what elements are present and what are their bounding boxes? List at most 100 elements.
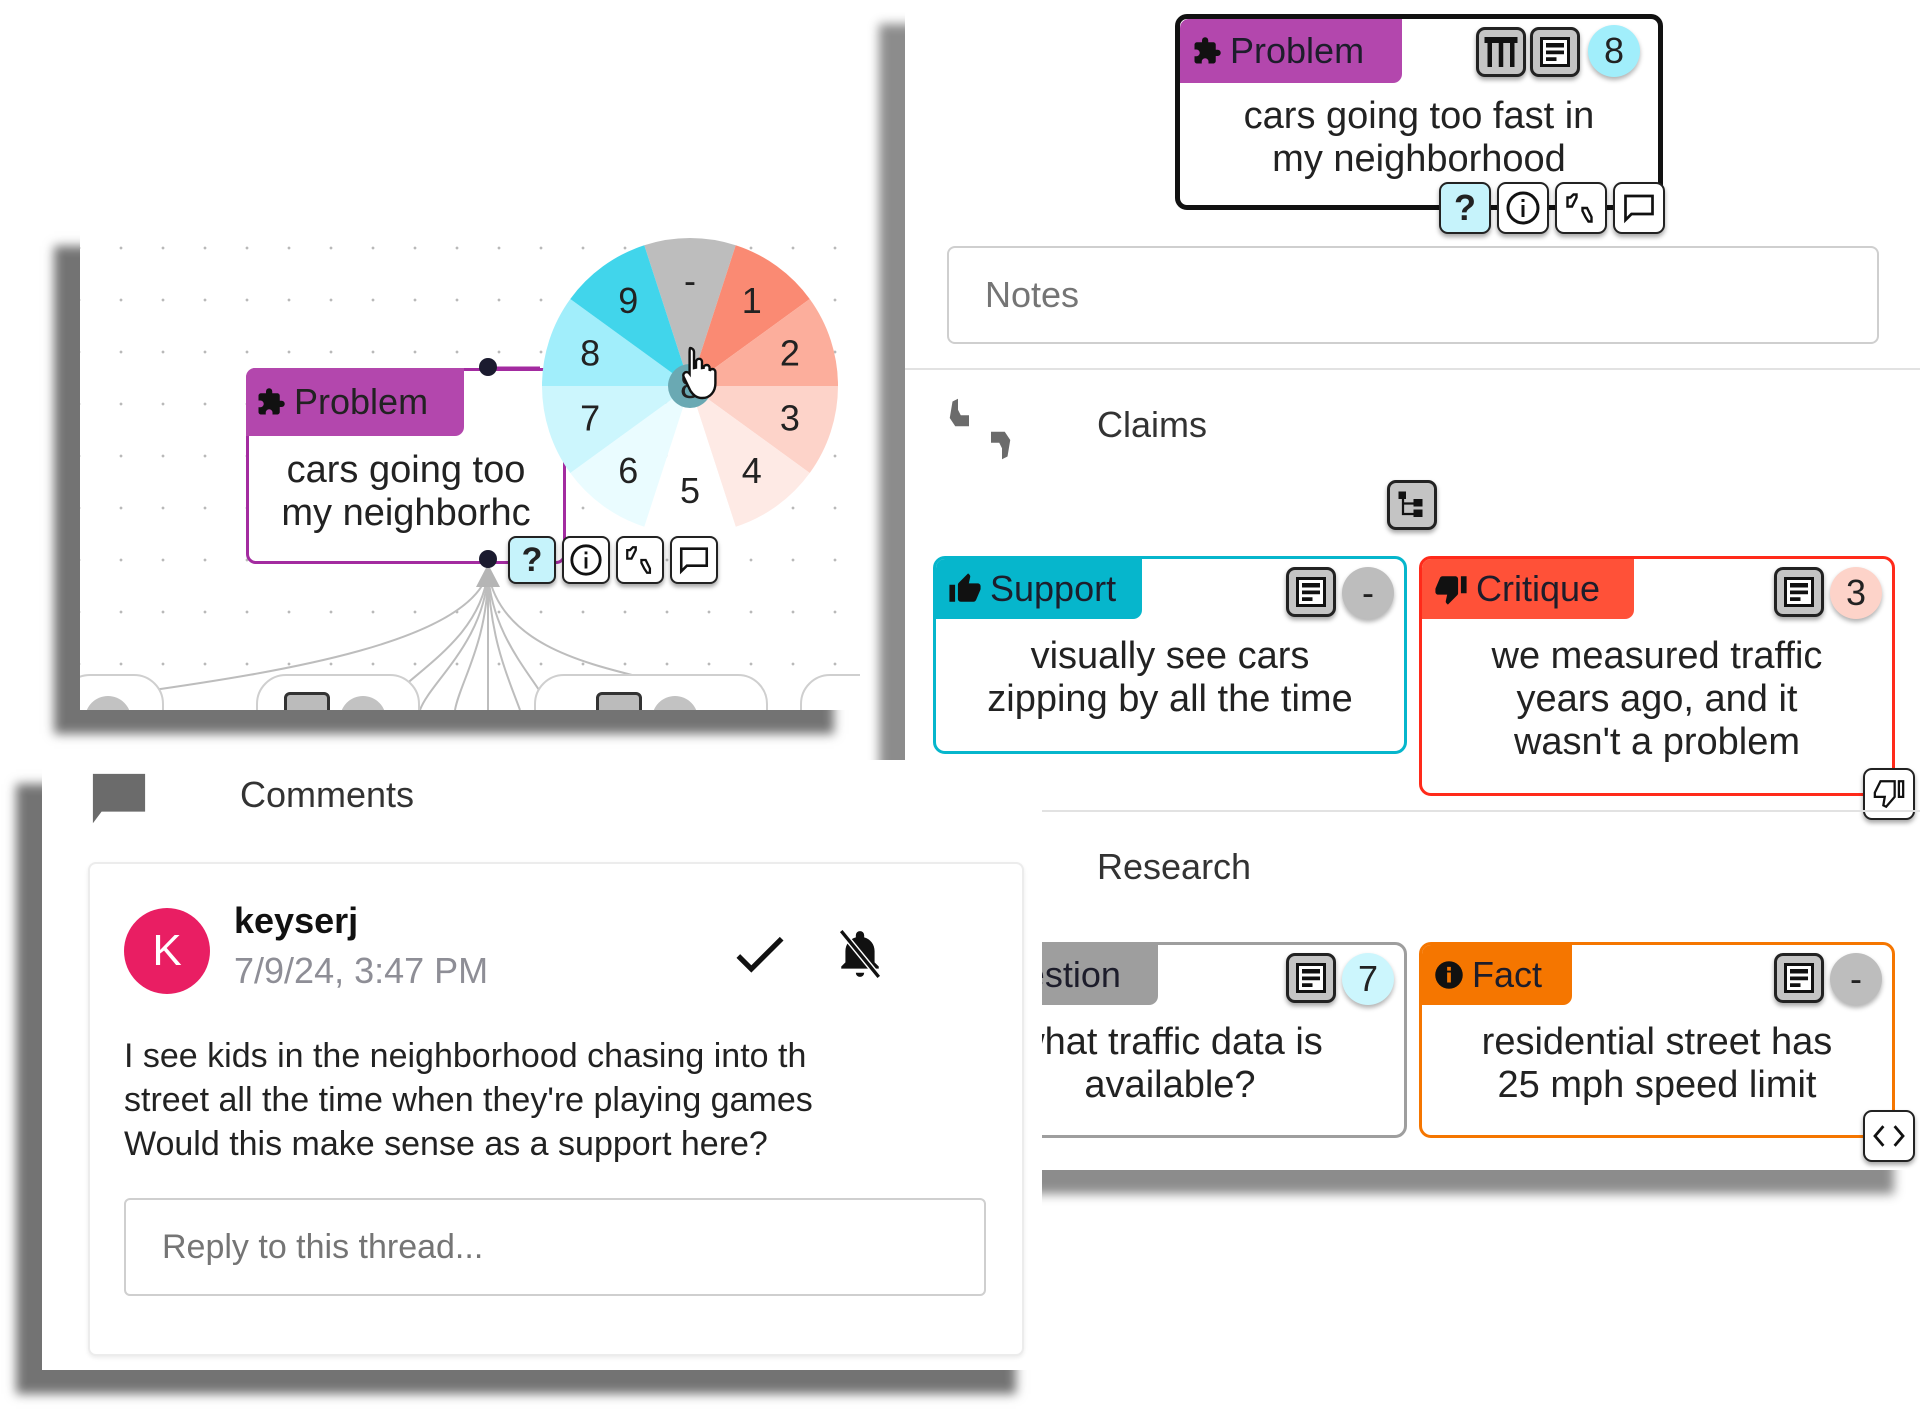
question-button[interactable]: ? [508,536,556,584]
fact-text-line: 25 mph speed limit [1497,1064,1817,1106]
claims-tree-button[interactable] [1387,480,1437,530]
comment-body-line: Would this make sense as a support here? [124,1125,768,1163]
comment-author: keyserj [234,900,359,941]
critique-tag-label: Critique [1476,568,1601,609]
comment-timestamp: 7/9/24, 3:47 PM [234,950,489,991]
divider [905,810,1920,812]
resolve-button[interactable] [730,926,790,986]
document-icon [1296,577,1326,607]
problem-text-line: my neighborhc [281,492,531,534]
info-button[interactable] [562,536,610,584]
problem-text-line: cars going too [286,449,526,491]
divider [905,368,1920,370]
thumbs-up-down-icon [1566,193,1593,223]
code-brackets-icon [1873,1125,1905,1147]
comment-icon [1624,194,1654,224]
claims-button[interactable] [1555,182,1607,234]
fact-tag: Fact [1422,945,1572,1005]
document-icon [1296,963,1326,993]
score-wheel-label: 2 [780,333,800,374]
details-button[interactable] [1774,953,1824,1003]
fact-text-line: residential street has [1481,1021,1833,1063]
comment-icon [92,773,146,824]
fact-card[interactable]: Fact - residential street has 25 mph spe… [1419,942,1895,1138]
mute-notifications-button[interactable] [830,922,890,986]
details-button[interactable] [1530,27,1580,77]
puzzle-icon [1194,37,1221,64]
node-detail-panel: Problem 8 cars going too fast in my neig… [905,0,1920,1170]
problem-node[interactable]: Problem cars going too my neighborhc [246,368,566,564]
hand-cursor-icon [682,346,717,400]
comment-body: I see kids in the neighborhood chasing i… [124,1034,813,1166]
claims-section-title: Claims [1097,404,1208,445]
score-badge[interactable]: 3 [1830,567,1882,619]
code-toggle-button[interactable] [1863,1110,1915,1162]
bell-off-icon [838,929,882,979]
avatar: K [124,908,210,994]
notes-input[interactable] [947,246,1879,344]
comment-body-line: I see kids in the neighborhood chasing i… [124,1037,807,1075]
thumbs-up-down-icon [626,546,652,574]
thumbs-up-icon [949,573,981,602]
child-node-stub[interactable] [534,674,768,710]
connection-handle-top[interactable] [479,358,497,376]
details-button[interactable] [1286,953,1336,1003]
score-wheel-label: 1 [742,280,762,321]
support-text-line: visually see cars [1030,635,1310,677]
document-icon [1784,963,1814,993]
comment-button[interactable] [1613,182,1665,234]
critique-text-line: wasn't a problem [1513,721,1801,763]
puzzle-icon [258,388,285,415]
claims-icon [949,398,1011,460]
reply-input[interactable] [124,1198,986,1296]
score-badge[interactable]: 7 [1342,953,1394,1005]
score-wheel-label: 8 [580,333,600,374]
document-icon [284,692,330,710]
diagram-canvas[interactable]: Problem cars going too my neighborhc ? -… [80,222,860,710]
problem-card-text: cars going too fast in my neighborhood [1180,95,1658,181]
research-section-title: Research [1097,846,1252,887]
problem-node-tag: Problem [246,368,464,436]
table-view-button[interactable] [1476,27,1526,77]
critique-text: we measured traffic years ago, and it wa… [1422,635,1892,764]
details-button[interactable] [1774,567,1824,617]
critique-toggle-button[interactable] [1863,768,1915,820]
problem-card[interactable]: Problem 8 cars going too fast in my neig… [1175,14,1663,210]
info-icon [570,544,602,576]
score-badge[interactable]: - [1830,953,1882,1005]
score-wheel-label: 6 [618,450,638,491]
score-badge[interactable]: 8 [1588,25,1640,77]
problem-card-tag: Problem [1180,19,1402,83]
table-icon [1484,37,1518,67]
problem-tag-label: Problem [294,381,429,422]
tree-view-icon [1398,491,1423,517]
child-node-stub[interactable] [256,674,420,710]
problem-card-text-line: my neighborhood [1272,138,1566,180]
problem-node-text: cars going too my neighborhc [249,449,563,535]
comment-button[interactable] [670,536,718,584]
comment-icon [679,547,709,575]
thumbs-down-icon [1435,576,1467,605]
question-button[interactable]: ? [1439,182,1491,234]
info-button[interactable] [1497,182,1549,234]
support-card[interactable]: Support - visually see cars zipping by a… [933,556,1407,754]
document-icon [1784,577,1814,607]
claims-button[interactable] [616,536,664,584]
comments-title: Comments [240,774,415,815]
comments-panel: Comments K keyserj 7/9/24, 3:47 PM I see… [42,760,1042,1370]
thumbs-down-outline-icon [1873,780,1905,809]
score-badge[interactable]: - [1342,567,1394,619]
score-wheel-label: 4 [742,450,762,491]
comment-body-line: street all the time when they're playing… [124,1081,813,1119]
critique-card[interactable]: Critique 3 we measured traffic years ago… [1419,556,1895,796]
critique-tag: Critique [1422,559,1634,619]
edge [487,571,521,710]
support-text: visually see cars zipping by all the tim… [936,635,1404,721]
checkmark-icon [736,936,784,973]
details-button[interactable] [1286,567,1336,617]
document-icon [596,692,642,710]
support-tag-label: Support [990,568,1117,609]
info-icon [1506,191,1540,225]
connection-handle-bottom[interactable] [479,550,497,568]
support-tag: Support [936,559,1142,619]
